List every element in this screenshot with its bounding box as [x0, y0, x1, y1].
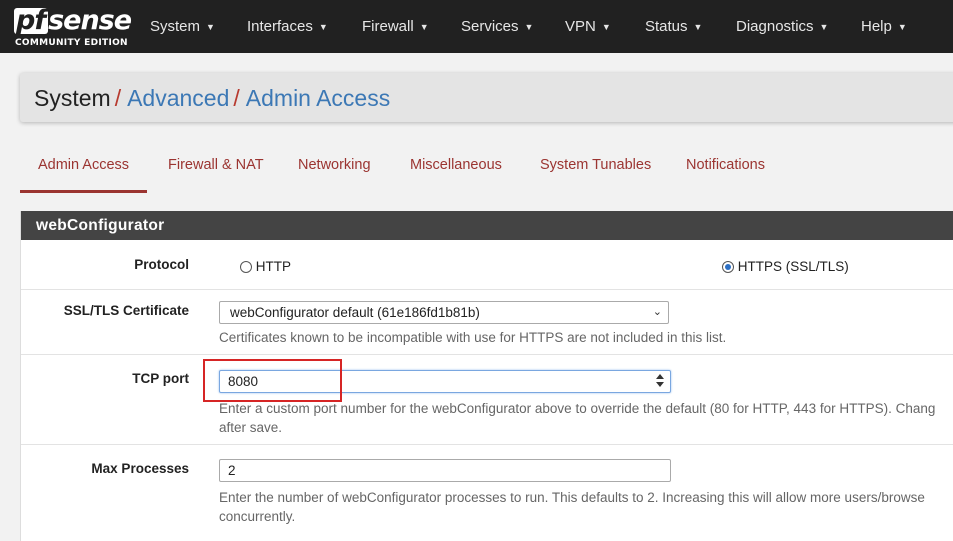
menu-interfaces-label: Interfaces [247, 18, 313, 35]
certificate-label: SSL/TLS Certificate [63, 303, 189, 318]
tcp-port-row: TCP port 8080 Enter a custom port number… [21, 355, 953, 445]
logo-sense: sense [48, 5, 132, 36]
caret-down-icon: ▼ [601, 22, 611, 32]
certificate-row: SSL/TLS Certificate webConfigurator defa… [21, 290, 953, 355]
max-processes-row: Max Processes 2 Enter the number of webC… [21, 445, 953, 541]
menu-diagnostics[interactable]: Diagnostics ▼ [736, 0, 828, 53]
caret-down-icon: ▼ [524, 22, 534, 32]
max-processes-help-line2: concurrently. [219, 509, 296, 524]
menu-status[interactable]: Status ▼ [645, 0, 702, 53]
protocol-https-label: HTTPS (SSL/TLS) [737, 259, 849, 274]
radio-https[interactable] [722, 261, 734, 274]
tcp-port-help: Enter a custom port number for the webCo… [219, 399, 953, 437]
menu-system[interactable]: System ▼ [150, 0, 215, 53]
max-processes-help: Enter the number of webConfigurator proc… [219, 488, 953, 526]
caret-down-icon: ▼ [693, 22, 703, 32]
logo-edition: COMMUNITY EDITION [15, 38, 128, 48]
tab-miscellaneous[interactable]: Miscellaneous [410, 147, 502, 190]
certificate-select[interactable]: webConfigurator default (61e186fd1b81b) … [219, 301, 669, 324]
protocol-http-option[interactable]: HTTP [240, 259, 291, 274]
protocol-http-label: HTTP [255, 259, 292, 274]
max-processes-help-line1: Enter the number of webConfigurator proc… [219, 490, 925, 505]
caret-down-icon: ▼ [206, 22, 215, 32]
menu-vpn[interactable]: VPN ▼ [565, 0, 611, 53]
pfsense-logo[interactable]: pf sense COMMUNITY EDITION [14, 7, 132, 50]
breadcrumb-advanced-link[interactable]: Advanced [127, 85, 229, 111]
menu-interfaces[interactable]: Interfaces ▼ [247, 0, 328, 53]
breadcrumb-separator: / [233, 85, 240, 111]
menu-services[interactable]: Services ▼ [461, 0, 533, 53]
webconfigurator-panel: webConfigurator Protocol HTTP HTTPS (SSL… [20, 211, 953, 541]
max-processes-label: Max Processes [91, 461, 189, 476]
menu-status-label: Status [645, 18, 688, 35]
spinner-arrows-icon[interactable] [656, 374, 664, 388]
tcp-port-input[interactable]: 8080 [219, 370, 671, 393]
tab-notifications[interactable]: Notifications [686, 147, 765, 190]
tab-firewall-nat[interactable]: Firewall & NAT [168, 147, 264, 190]
caret-down-icon: ▼ [819, 22, 829, 32]
breadcrumb-admin-access-link[interactable]: Admin Access [246, 85, 390, 111]
max-processes-input[interactable]: 2 [219, 459, 671, 482]
menu-services-label: Services [461, 18, 519, 35]
protocol-https-option[interactable]: HTTPS (SSL/TLS) [722, 259, 849, 274]
certificate-help: Certificates known to be incompatible wi… [219, 330, 727, 345]
menu-diagnostics-label: Diagnostics [736, 18, 814, 35]
breadcrumb: System / Advanced / Admin Access [20, 73, 953, 122]
settings-tabs: Admin Access Firewall & NAT Networking M… [20, 147, 953, 193]
tab-system-tunables[interactable]: System Tunables [540, 147, 651, 190]
max-processes-value: 2 [228, 463, 236, 478]
menu-system-label: System [150, 18, 201, 35]
logo-pf: pf [14, 7, 49, 34]
panel-title: webConfigurator [36, 217, 165, 234]
tab-networking[interactable]: Networking [298, 147, 371, 190]
tcp-port-help-line1: Enter a custom port number for the webCo… [219, 401, 936, 416]
radio-http[interactable] [240, 261, 252, 274]
menu-firewall[interactable]: Firewall ▼ [362, 0, 429, 53]
breadcrumb-system: System [34, 85, 111, 111]
tcp-port-help-line2: after save. [219, 420, 283, 435]
tcp-port-label: TCP port [132, 371, 189, 386]
menu-firewall-label: Firewall [362, 18, 414, 35]
protocol-label: Protocol [134, 257, 189, 272]
top-navbar: pf sense COMMUNITY EDITION System ▼ Interf… [0, 0, 953, 53]
caret-down-icon: ▼ [318, 22, 328, 32]
caret-down-icon: ▼ [419, 22, 429, 32]
breadcrumb-separator: / [114, 85, 122, 111]
menu-help[interactable]: Help ▼ [861, 0, 907, 53]
menu-help-label: Help [861, 18, 892, 35]
protocol-row: Protocol HTTP HTTPS (SSL/TLS) [21, 240, 953, 290]
tcp-port-value: 8080 [228, 374, 259, 389]
tab-admin-access[interactable]: Admin Access [20, 147, 147, 193]
chevron-down-icon: ⌄ [652, 306, 662, 318]
menu-vpn-label: VPN [565, 18, 596, 35]
panel-heading: webConfigurator [21, 211, 953, 240]
caret-down-icon: ▼ [897, 22, 907, 32]
certificate-select-value: webConfigurator default (61e186fd1b81b) [230, 305, 480, 320]
